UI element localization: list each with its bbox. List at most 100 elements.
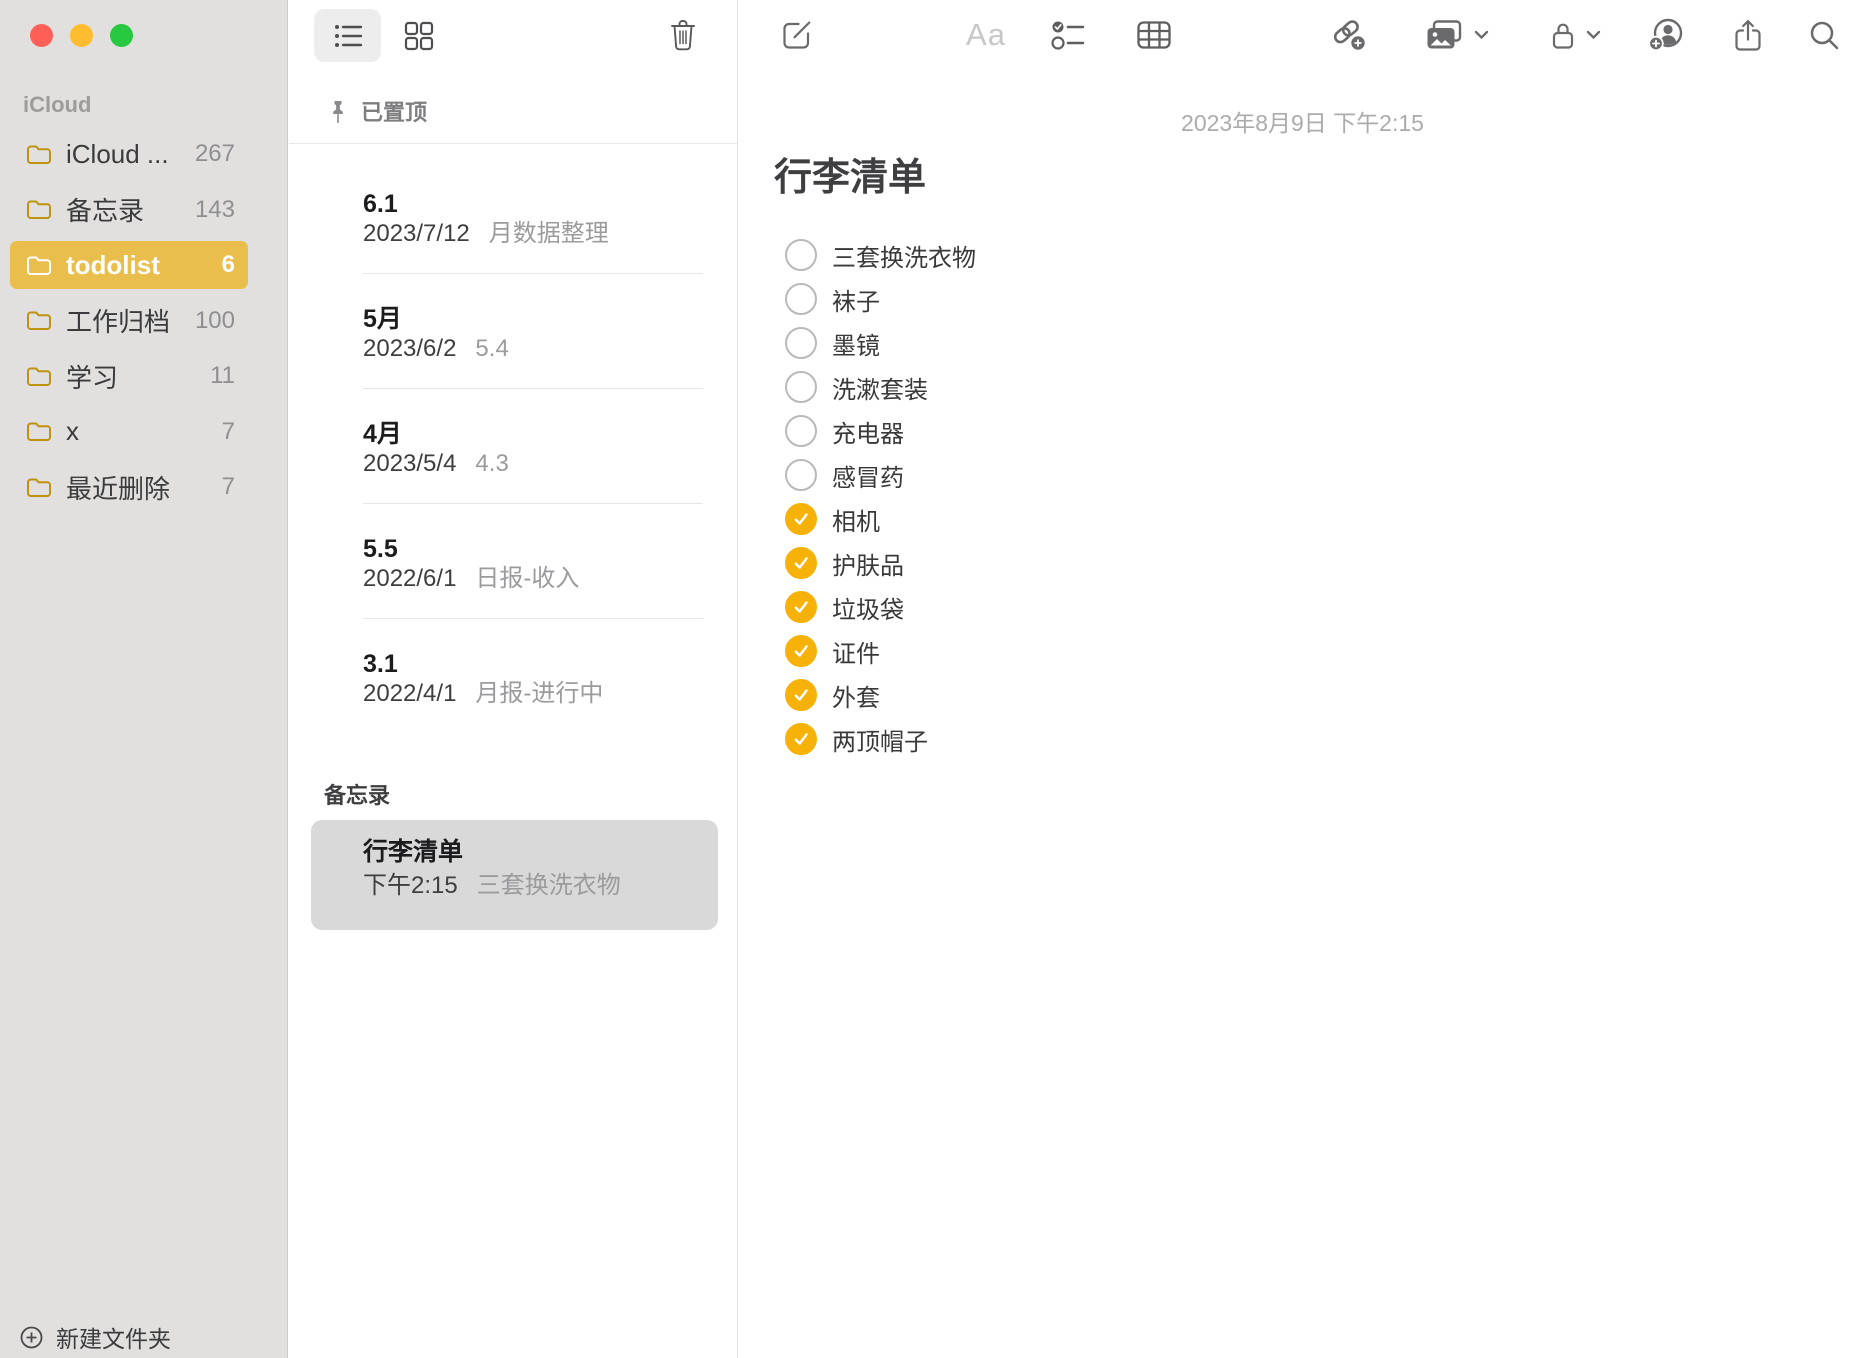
sidebar-folder-item[interactable]: 最近删除 7 xyxy=(10,463,248,511)
list-view-button[interactable] xyxy=(314,9,381,62)
sidebar-folder-item[interactable]: 备忘录 143 xyxy=(10,186,248,234)
checklist-item-label: 证件 xyxy=(832,634,880,669)
add-link-button[interactable] xyxy=(1325,10,1373,60)
check-icon xyxy=(790,508,812,530)
note-list-item[interactable]: 6.1 2023/7/12 月数据整理 xyxy=(289,159,737,274)
new-folder-button[interactable]: 新建文件夹 xyxy=(20,1320,171,1354)
checklist-item: 三套换洗衣物 xyxy=(785,233,976,277)
note-item-title: 4月 xyxy=(363,419,703,449)
folder-list: iCloud ... 267 备忘录 143 todolist 6 工作归档 xyxy=(10,130,248,519)
folder-icon xyxy=(26,421,52,442)
check-icon xyxy=(790,552,812,574)
checklist-item: 袜子 xyxy=(785,277,976,321)
list-view-icon xyxy=(333,23,363,49)
checkbox-circle[interactable] xyxy=(785,547,817,579)
note-item-preview: 日报-收入 xyxy=(475,565,579,592)
new-note-button[interactable] xyxy=(775,10,819,60)
checkbox-circle[interactable] xyxy=(785,503,817,535)
folder-icon xyxy=(26,255,52,276)
checklist-item: 垃圾袋 xyxy=(785,585,976,629)
checkbox-circle[interactable] xyxy=(785,591,817,623)
note-editor[interactable]: Aa xyxy=(739,0,1866,1358)
sidebar-folder-item[interactable]: 学习 11 xyxy=(10,352,248,400)
checkbox-circle[interactable] xyxy=(785,679,817,711)
sidebar-folder-item[interactable]: 工作归档 100 xyxy=(10,297,248,345)
checklist-item: 充电器 xyxy=(785,409,976,453)
sidebar-folder-item[interactable]: x 7 xyxy=(10,408,248,456)
check-icon xyxy=(790,728,812,750)
sidebar-folder-item[interactable]: iCloud ... 267 xyxy=(10,130,248,178)
note-item-date: 2023/6/2 xyxy=(363,335,456,362)
checkbox-circle[interactable] xyxy=(785,415,817,447)
minimize-button[interactable] xyxy=(70,24,93,47)
checklist-item: 外套 xyxy=(785,673,976,717)
checklist-item: 两顶帽子 xyxy=(785,717,976,761)
checklist-item: 感冒药 xyxy=(785,453,976,497)
checklist-button[interactable] xyxy=(1047,10,1091,60)
note-item-preview: 5.4 xyxy=(475,335,508,362)
format-button[interactable]: Aa xyxy=(964,10,1008,60)
note-item-preview: 三套换洗衣物 xyxy=(477,872,621,899)
chevron-down-icon xyxy=(1474,30,1489,40)
checklist-item: 相机 xyxy=(785,497,976,541)
checkbox-circle[interactable] xyxy=(785,635,817,667)
folder-count: 267 xyxy=(195,140,235,168)
note-list-item[interactable]: 5月 2023/6/2 5.4 xyxy=(289,274,737,389)
gallery-view-button[interactable] xyxy=(396,13,442,58)
note-item-title: 行李清单 xyxy=(363,839,700,865)
folder-icon xyxy=(26,199,52,220)
check-icon xyxy=(790,640,812,662)
folder-icon xyxy=(26,310,52,331)
note-list-item[interactable]: 3.1 2022/4/1月报-进行中 xyxy=(289,619,737,734)
checklist-item-label: 相机 xyxy=(832,502,880,537)
note-item-title: 5.5 xyxy=(363,534,703,564)
note-list-item[interactable]: 行李清单 下午2:15三套换洗衣物 xyxy=(311,820,718,930)
share-button[interactable] xyxy=(1726,10,1770,60)
checkbox-circle[interactable] xyxy=(785,327,817,359)
checkbox-circle[interactable] xyxy=(785,239,817,271)
plus-circle-icon xyxy=(20,1326,43,1349)
checkbox-circle[interactable] xyxy=(785,723,817,755)
collaborate-button[interactable] xyxy=(1645,10,1689,60)
checklist-item: 洗漱套装 xyxy=(785,365,976,409)
checklist-item-label: 袜子 xyxy=(832,282,880,317)
checkbox-circle[interactable] xyxy=(785,283,817,315)
pinned-section-header: 已置顶 xyxy=(328,96,427,126)
search-button[interactable] xyxy=(1802,10,1846,60)
checklist-item-label: 感冒药 xyxy=(832,458,904,493)
table-button[interactable] xyxy=(1132,10,1176,60)
note-list-item[interactable]: 5.5 2022/6/1日报-收入 xyxy=(289,504,737,619)
add-link-icon xyxy=(1330,18,1368,52)
folder-icon xyxy=(26,144,52,165)
note-item-date: 2023/7/12 xyxy=(363,220,470,247)
note-item-preview: 4.3 xyxy=(475,450,508,477)
checklist-item: 护肤品 xyxy=(785,541,976,585)
zoom-button[interactable] xyxy=(110,24,133,47)
note-item-date: 2022/4/1 xyxy=(363,680,456,707)
checkbox-circle[interactable] xyxy=(785,459,817,491)
note-list-item[interactable]: 4月 2023/5/44.3 xyxy=(289,389,737,504)
delete-note-button[interactable] xyxy=(659,11,707,59)
lock-icon xyxy=(1551,20,1575,50)
checklist-item-label: 外套 xyxy=(832,678,880,713)
folder-label: todolist xyxy=(66,250,212,281)
add-people-icon xyxy=(1648,18,1686,52)
note-item-title: 3.1 xyxy=(363,649,703,679)
media-button[interactable] xyxy=(1417,10,1497,60)
notes-section-label: 备忘录 xyxy=(324,778,390,810)
icloud-section-label: iCloud xyxy=(23,92,91,118)
checkbox-circle[interactable] xyxy=(785,371,817,403)
sidebar-folder-item[interactable]: todolist 6 xyxy=(10,241,248,289)
folder-label: x xyxy=(66,416,212,447)
note-checklist: 三套换洗衣物 袜子 墨镜 洗漱套装 充电器 xyxy=(785,233,976,761)
format-text-icon: Aa xyxy=(966,17,1006,53)
note-item-title: 5月 xyxy=(363,304,703,334)
note-item-title: 6.1 xyxy=(363,189,703,219)
window-controls xyxy=(30,24,133,47)
note-item-preview: 月数据整理 xyxy=(489,220,609,247)
lock-button[interactable] xyxy=(1543,10,1609,60)
table-icon xyxy=(1136,20,1172,50)
gallery-view-icon xyxy=(404,21,434,51)
checklist-item-label: 护肤品 xyxy=(832,546,904,581)
close-button[interactable] xyxy=(30,24,53,47)
